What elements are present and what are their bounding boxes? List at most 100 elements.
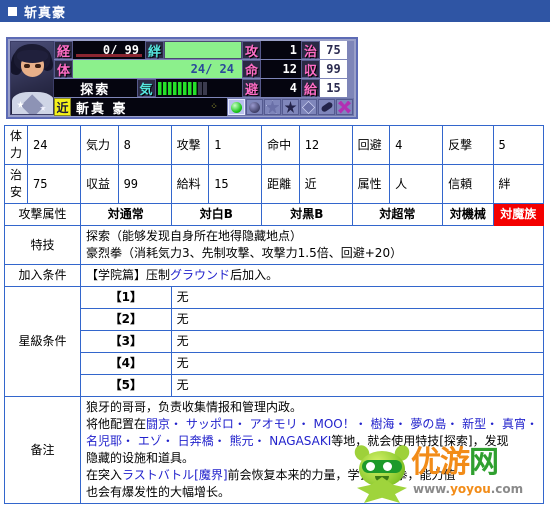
remarks-text: 将他配置在 (86, 417, 147, 431)
attack-attr-cell-4[interactable]: 対機械 (442, 203, 494, 226)
stat-label: 治安 (3, 164, 29, 204)
attack-attr-cell-1[interactable]: 対白B (170, 203, 263, 226)
stat-label: 給料 (170, 164, 210, 204)
income-label: 収 (301, 60, 320, 79)
attack-attr-label: 攻撃属性 (3, 203, 82, 226)
remarks-text: 前会恢复本来的力量，学会豪烈拳，能力值 (227, 468, 456, 482)
join-condition-content: 【学院篇】压制グラウンド后加入。 (80, 264, 544, 287)
remarks-line: 将他配置在闘京・ サッポロ・ アオモリ・ MOO！・ 樹海・ 夢の島・ 新型・ … (86, 416, 538, 433)
remarks-keyword: ラストバトル (122, 468, 195, 482)
star-text: 无 (170, 286, 545, 309)
join-location: グラウンド (170, 268, 231, 282)
diamond-icon[interactable] (300, 99, 317, 115)
stat-row: 命 12 収 99 (242, 60, 354, 79)
x-cross-icon[interactable] (336, 99, 353, 115)
attack-attr-cell-0[interactable]: 対通常 (80, 203, 172, 226)
stat-value: 近 (298, 164, 353, 204)
ki-segment (192, 81, 197, 95)
hp-label: 体 (54, 60, 73, 79)
filled-star-icon[interactable] (282, 99, 299, 115)
remarks-line: 在突入ラストバトル[魔界]前会恢复本来的力量，学会豪烈拳，能力值 (86, 467, 538, 484)
attack-attr-cell-3[interactable]: 対超常 (351, 203, 444, 226)
character-name: 斬真 豪 (71, 98, 201, 117)
star-condition-row-3: 【3】 无 (5, 330, 545, 353)
stat-label: 反撃 (442, 125, 494, 165)
stat-label: 回避 (351, 125, 391, 165)
remarks-text: 等地，就会使用特技[探索]，发现 (331, 434, 509, 448)
stat-label: 気力 (80, 125, 119, 165)
stats-row-2: 治安 75 収益 99 給料 15 距離 近 属性 人 信頼 絆 (3, 164, 545, 204)
sec-value: 75 (320, 41, 347, 59)
stat-label: 信頼 (442, 164, 494, 204)
special-skill-content: 探索（能够发现自身所在地得隐藏地点） 豪烈拳（消耗気力3、先制攻撃、攻撃力1.5… (80, 225, 544, 265)
window-title: 斩真豪 (24, 5, 67, 21)
stat-label: 収益 (80, 164, 119, 204)
stat-label: 攻撃 (170, 125, 210, 165)
stat-value: 絆 (492, 164, 545, 204)
star-condition-row-2: 【2】 无 (5, 308, 545, 331)
stat-label: 命中 (261, 125, 300, 165)
ki-segment (167, 81, 172, 95)
command-label: 探索 (54, 79, 137, 98)
stat-label: 体力 (3, 125, 29, 165)
ki-segment (177, 81, 182, 95)
special-skill-line: 豪烈拳（消耗気力3、先制攻撃、攻撃力1.5倍、回避+20） (86, 246, 403, 260)
bond-gauge (164, 41, 242, 59)
attack-attr-cell-2[interactable]: 対黒B (261, 203, 353, 226)
remarks-label: 备注 (3, 396, 82, 504)
star-text: 无 (170, 374, 545, 397)
star-condition-row-1: 星級条件 【1】 无 (3, 286, 545, 397)
dark-orb-icon[interactable] (246, 99, 263, 115)
spacer (0, 22, 550, 37)
join-condition-row: 加入条件 【学院篇】压制グラウンド后加入。 (3, 264, 544, 287)
ki-segment (202, 81, 207, 95)
atk-value: 1 (261, 41, 301, 59)
dots-icon: ⁘ (201, 98, 227, 116)
stat-value: 15 (208, 164, 263, 204)
hp-row: 体 24/ 24 (54, 60, 242, 79)
star-condition-label: 星級条件 (3, 286, 82, 397)
stat-value: 5 (492, 125, 545, 165)
special-skill-label: 特技 (3, 225, 82, 265)
star-text: 无 (170, 330, 545, 353)
square-bullet-icon (8, 6, 17, 16)
green-orb-icon[interactable] (228, 99, 245, 115)
remarks-text: 在突入 (86, 468, 123, 482)
bond-label: 絆 (145, 41, 164, 60)
star-text: 无 (170, 308, 545, 331)
stat-value: 24 (27, 125, 82, 165)
stat-row: 避 4 給 15 (242, 79, 354, 98)
stat-value: 12 (298, 125, 353, 165)
game-status-panel: 経 0/ 99 絆 体 24/ 24 探索 気 攻 1 治 75 命 12 収 … (6, 37, 358, 119)
eva-value: 4 (261, 79, 301, 97)
stat-value: 人 (389, 164, 444, 204)
star-index: 【3】 (80, 330, 172, 353)
ki-label: 気 (136, 79, 156, 98)
character-portrait (10, 41, 54, 115)
exp-label: 経 (54, 41, 73, 60)
ki-segment (187, 81, 192, 95)
stat-label: 距離 (261, 164, 300, 204)
remarks-locations: 名児耶・ エゾ・ 日奔橋・ 熊元・ NAGASAKI (86, 434, 332, 448)
remarks-line: 隐藏的设施和道具。 (86, 451, 195, 465)
join-condition-label: 加入条件 (3, 264, 82, 287)
star-index: 【2】 (80, 308, 172, 331)
ki-segment (157, 81, 162, 95)
star-index: 【1】 (80, 286, 172, 309)
ki-segment (162, 81, 167, 95)
stat-value: 75 (27, 164, 82, 204)
hit-value: 12 (261, 60, 301, 78)
bone-icon[interactable] (318, 99, 335, 115)
outline-star-icon[interactable] (264, 99, 281, 115)
stat-label: 属性 (351, 164, 391, 204)
exp-value: 0/ 99 (73, 41, 145, 59)
stat-value: 99 (117, 164, 172, 204)
remarks-row: 备注 狼牙的哥哥，负责收集情报和管理内政。 将他配置在闘京・ サッポロ・ アオモ… (3, 396, 544, 504)
remarks-locations: 闘京・ サッポロ・ アオモリ・ MOO！・ 樹海・ 夢の島・ 新型・ 真宵・ (146, 417, 538, 431)
star-index: 【5】 (80, 374, 172, 397)
remarks-line: 狼牙的哥哥，负责收集情报和管理内政。 (86, 400, 303, 414)
salary-value: 15 (320, 79, 347, 97)
attack-attr-cell-5[interactable]: 対魔族 (492, 203, 545, 226)
star-condition-row-4: 【4】 无 (5, 352, 545, 375)
range-tag: 近 (54, 98, 71, 116)
